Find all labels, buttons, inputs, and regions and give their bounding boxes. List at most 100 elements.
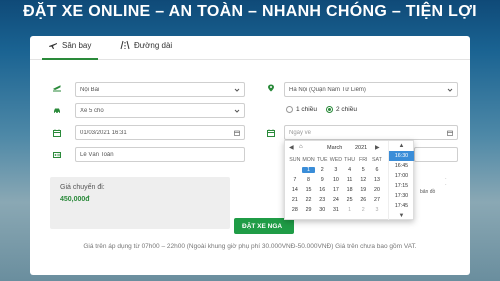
calendar-day[interactable]: 17 bbox=[329, 187, 343, 193]
calendar-day[interactable]: 31 bbox=[329, 207, 343, 213]
map-link[interactable]: bản đồ bbox=[420, 189, 435, 195]
calendar-day[interactable]: 20 bbox=[370, 187, 384, 193]
chevron-down-icon bbox=[447, 88, 453, 92]
calendar-icon bbox=[267, 129, 275, 137]
price-value: 450,000đ bbox=[60, 196, 90, 203]
road-icon bbox=[120, 40, 130, 50]
time-scroll-down[interactable]: ▼ bbox=[389, 211, 414, 221]
calendar-day[interactable]: 12 bbox=[356, 177, 370, 183]
one-way-label: 1 chiều bbox=[296, 106, 317, 113]
calendar-day[interactable]: 18 bbox=[343, 187, 357, 193]
return-date-placeholder: Ngày về bbox=[289, 129, 312, 136]
calendar-day[interactable]: 30 bbox=[315, 207, 329, 213]
calendar-day[interactable]: 22 bbox=[302, 197, 316, 203]
calendar-day[interactable]: 3 bbox=[370, 207, 384, 213]
calendar-week-row: 123456 bbox=[288, 165, 384, 175]
today-home-icon[interactable]: ⌂ bbox=[299, 144, 303, 150]
chevron-down-icon bbox=[234, 109, 240, 113]
price-label: Giá chuyến đi: bbox=[60, 184, 105, 191]
one-way-radio-dot bbox=[286, 106, 293, 113]
takeoff-icon bbox=[53, 85, 61, 92]
calendar-week-row: 7 8 9 10 11 12 13 bbox=[288, 175, 384, 185]
calendar-day[interactable]: 4 bbox=[343, 167, 357, 173]
tab-airport[interactable]: Sân bay bbox=[48, 40, 91, 50]
phone-input[interactable] bbox=[414, 147, 458, 162]
tab-long-distance-label: Đường dài bbox=[134, 40, 173, 50]
time-slot[interactable]: 17:45 bbox=[389, 201, 414, 211]
customer-name-value: Lê Văn Toản bbox=[80, 151, 114, 158]
calendar-day[interactable]: 9 bbox=[315, 177, 329, 183]
datepicker-header: ◀ ⌂ March 2021 ▶ bbox=[285, 143, 385, 152]
next-month-arrow[interactable]: ▶ bbox=[375, 144, 380, 151]
calendar-day[interactable]: 14 bbox=[288, 187, 302, 193]
chevron-down-icon bbox=[234, 88, 240, 92]
book-now-button[interactable]: ĐẶT XE NGA bbox=[234, 218, 294, 234]
calendar-day[interactable]: 2 bbox=[315, 167, 329, 173]
calendar-icon bbox=[53, 129, 61, 137]
calendar-day[interactable]: 7 bbox=[288, 177, 302, 183]
one-way-radio[interactable]: 1 chiều bbox=[286, 106, 317, 113]
calendar-day[interactable]: 3 bbox=[329, 167, 343, 173]
car-icon bbox=[54, 108, 60, 114]
year-select[interactable]: 2021 bbox=[355, 145, 367, 151]
return-date-input[interactable]: Ngày về bbox=[284, 125, 458, 140]
pricing-note: Giá trên áp dụng từ 07h00 – 22h00 (Ngoài… bbox=[83, 243, 417, 250]
calendar-day[interactable]: 1 bbox=[301, 167, 316, 173]
calendar-day[interactable]: 24 bbox=[329, 197, 343, 203]
calendar-day[interactable]: 8 bbox=[302, 177, 316, 183]
tab-airport-label: Sân bay bbox=[62, 40, 92, 50]
calendar-day[interactable]: 1 bbox=[343, 207, 357, 213]
round-trip-radio[interactable]: 2 chiều bbox=[326, 106, 357, 113]
calendar-day[interactable]: 25 bbox=[343, 197, 357, 203]
round-trip-radio-dot bbox=[326, 106, 333, 113]
calendar-day[interactable]: 27 bbox=[370, 197, 384, 203]
pickup-select[interactable]: Nội Bài bbox=[75, 82, 245, 97]
time-slot[interactable]: 17:00 bbox=[389, 171, 414, 181]
destination-select[interactable]: Hà Nội (Quận Nam Từ Liêm) bbox=[284, 82, 458, 97]
weekday-header-row: SUN MON TUE WED THU FRI SAT bbox=[288, 155, 384, 165]
calendar-week-row: 14 15 16 17 18 19 20 bbox=[288, 185, 384, 195]
calendar-day[interactable]: 28 bbox=[288, 207, 302, 213]
time-slot[interactable]: 17:30 bbox=[389, 191, 414, 201]
calendar-day[interactable]: 2 bbox=[356, 207, 370, 213]
prev-month-arrow[interactable]: ◀ bbox=[289, 144, 294, 151]
calendar-day[interactable]: 5 bbox=[356, 167, 370, 173]
calendar-day[interactable]: 16 bbox=[315, 187, 329, 193]
destination-value: Hà Nội (Quận Nam Từ Liêm) bbox=[289, 86, 366, 93]
weekday-label: TUE bbox=[316, 157, 328, 163]
calendar-day[interactable]: 13 bbox=[370, 177, 384, 183]
calendar-icon bbox=[234, 130, 240, 136]
tab-bar: Sân bay Đường dài bbox=[30, 36, 470, 60]
calendar-icon bbox=[447, 130, 453, 136]
active-tab-indicator bbox=[42, 58, 98, 60]
calendar-day[interactable]: 26 bbox=[356, 197, 370, 203]
time-slot[interactable]: 17:15 bbox=[389, 181, 414, 191]
time-scroll-up[interactable]: ▲ bbox=[389, 141, 414, 151]
pickup-value: Nội Bài bbox=[80, 86, 100, 93]
calendar-day[interactable]: 23 bbox=[315, 197, 329, 203]
car-type-select[interactable]: Xe 5 chỗ bbox=[75, 103, 245, 118]
month-select[interactable]: March bbox=[327, 145, 342, 151]
calendar-day[interactable]: 6 bbox=[370, 167, 384, 173]
depart-datetime-value: 01/03/2021 16:31 bbox=[80, 129, 127, 136]
tab-long-distance[interactable]: Đường dài bbox=[120, 40, 172, 50]
calendar-day[interactable]: 10 bbox=[329, 177, 343, 183]
calendar-day[interactable]: 15 bbox=[302, 187, 316, 193]
calendar-day[interactable]: 21 bbox=[288, 197, 302, 203]
round-trip-label: 2 chiều bbox=[336, 106, 357, 113]
time-slot[interactable]: 16:30 bbox=[389, 151, 414, 161]
datepicker-popup: ◀ ⌂ March 2021 ▶ SUN MON TUE WED THU FRI SAT 1… bbox=[284, 140, 414, 220]
calendar-week-row: 28 29 30 31 1 2 3 bbox=[288, 205, 384, 215]
customer-name-input[interactable]: Lê Văn Toản bbox=[75, 147, 245, 162]
side-dots: · · bbox=[445, 176, 447, 188]
headline: ĐẶT XE ONLINE – AN TOÀN – NHANH CHÓNG – … bbox=[23, 3, 477, 20]
time-list: ▲ 16:30 16:45 17:00 17:15 17:30 17:45 ▼ bbox=[388, 141, 414, 220]
depart-datetime-input[interactable]: 01/03/2021 16:31 bbox=[75, 125, 245, 140]
weekday-label: FRI bbox=[359, 157, 368, 163]
weekday-label: WED bbox=[329, 157, 343, 163]
calendar-day[interactable]: 11 bbox=[343, 177, 357, 183]
time-slot[interactable]: 16:45 bbox=[389, 161, 414, 171]
calendar-day[interactable]: 19 bbox=[356, 187, 370, 193]
calendar-day[interactable]: 29 bbox=[302, 207, 316, 213]
car-type-value: Xe 5 chỗ bbox=[80, 107, 104, 114]
